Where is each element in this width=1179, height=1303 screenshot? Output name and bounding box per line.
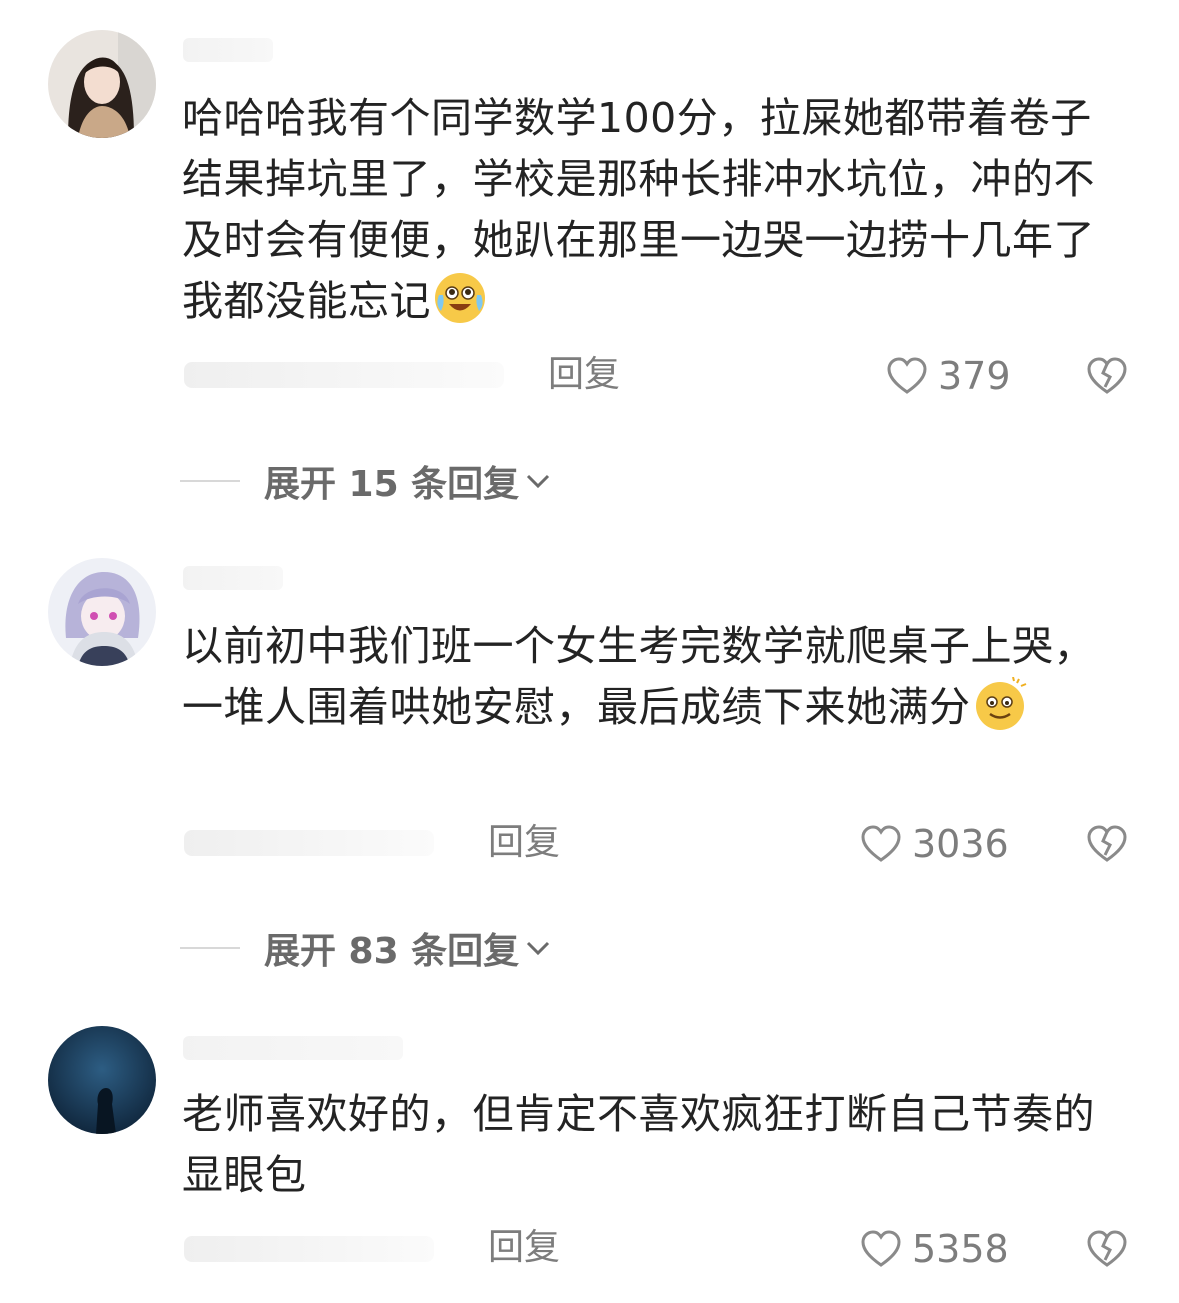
- expand-replies-label: 展开 15 条回复: [264, 464, 520, 505]
- timestamp-location-blurred: [184, 1236, 434, 1262]
- expand-replies-label: 展开 83 条回复: [264, 931, 520, 972]
- comment-text: 哈哈哈我有个同学数学100分，拉屎她都带着卷子结果掉坑里了，学校是那种长排冲水坑…: [182, 88, 1122, 332]
- broken-heart-icon[interactable]: [1086, 355, 1128, 397]
- reply-button[interactable]: 回复: [548, 353, 620, 397]
- like-count: 3036: [912, 822, 1009, 866]
- expand-replies-button[interactable]: 展开 15 条回复: [180, 459, 553, 505]
- broken-heart-icon[interactable]: [1086, 1228, 1128, 1270]
- username-blurred[interactable]: [183, 38, 273, 62]
- comment-text: 老师喜欢好的，但肯定不喜欢疯狂打断自己节奏的显眼包: [182, 1084, 1122, 1206]
- crying-laughing-emoji-icon: [435, 273, 485, 323]
- comment-text: 以前初中我们班一个女生考完数学就爬桌子上哭，一堆人围着哄她安慰，最后成绩下来她满…: [182, 616, 1122, 738]
- timestamp-location-blurred: [184, 362, 504, 388]
- like-count: 379: [938, 354, 1011, 398]
- avatar[interactable]: [48, 30, 156, 138]
- avatar[interactable]: [48, 558, 156, 666]
- chevron-down-icon: [527, 474, 550, 489]
- comment-text-content: 哈哈哈我有个同学数学100分，拉屎她都带着卷子结果掉坑里了，学校是那种长排冲水坑…: [182, 94, 1095, 325]
- timestamp-location-blurred: [184, 830, 434, 856]
- avatar[interactable]: [48, 1026, 156, 1134]
- username-blurred[interactable]: [183, 566, 283, 590]
- dizzy-smile-emoji-icon: [975, 677, 1026, 730]
- reply-button[interactable]: 回复: [488, 821, 560, 865]
- broken-heart-icon[interactable]: [1086, 823, 1128, 865]
- username-blurred[interactable]: [183, 1036, 403, 1060]
- comment-text-content: 以前初中我们班一个女生考完数学就爬桌子上哭，一堆人围着哄她安慰，最后成绩下来她满…: [182, 622, 1095, 731]
- divider-line: [180, 947, 240, 949]
- chevron-down-icon: [527, 941, 550, 956]
- divider-line: [180, 480, 240, 482]
- heart-icon: [861, 1230, 901, 1267]
- heart-icon: [861, 825, 901, 862]
- like-count: 5358: [912, 1227, 1009, 1271]
- comment-text-content: 老师喜欢好的，但肯定不喜欢疯狂打断自己节奏的显眼包: [182, 1090, 1095, 1199]
- like-button[interactable]: 379: [886, 354, 1011, 398]
- expand-replies-button[interactable]: 展开 83 条回复: [180, 926, 553, 972]
- reply-button[interactable]: 回复: [488, 1226, 560, 1270]
- like-button[interactable]: 5358: [860, 1227, 1009, 1271]
- like-button[interactable]: 3036: [860, 822, 1009, 866]
- heart-icon: [887, 357, 927, 394]
